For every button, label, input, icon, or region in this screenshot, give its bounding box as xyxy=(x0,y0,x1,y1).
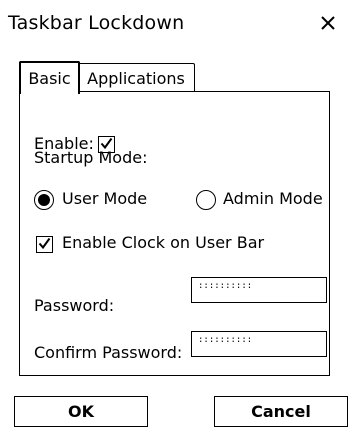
confirm-password-field[interactable]: :::::::::: xyxy=(191,331,327,357)
confirm-password-label: Confirm Password: xyxy=(34,343,183,362)
close-button[interactable] xyxy=(311,10,345,40)
close-icon xyxy=(320,15,336,35)
tab-applications-label: Applications xyxy=(87,68,185,88)
check-icon xyxy=(38,235,51,254)
admin-mode-radio[interactable] xyxy=(196,190,216,210)
password-label: Password: xyxy=(34,296,115,315)
window-title: Taskbar Lockdown xyxy=(8,12,185,34)
ok-button[interactable]: OK xyxy=(14,396,148,427)
admin-mode-label[interactable]: Admin Mode xyxy=(223,189,323,208)
tab-basic[interactable]: Basic xyxy=(19,61,80,94)
basic-tab-panel: Enable: Startup Mode: User Mode Admin Mo… xyxy=(19,91,330,376)
tab-basic-label: Basic xyxy=(28,69,71,88)
enable-clock-label[interactable]: Enable Clock on User Bar xyxy=(62,233,264,252)
user-mode-radio[interactable] xyxy=(34,190,54,210)
title-bar: Taskbar Lockdown xyxy=(0,0,351,46)
user-mode-label[interactable]: User Mode xyxy=(62,189,147,208)
startup-mode-label: Startup Mode: xyxy=(34,148,148,167)
radio-selected-icon xyxy=(38,194,50,206)
tab-applications[interactable]: Applications xyxy=(77,63,195,92)
enable-clock-checkbox[interactable] xyxy=(36,236,53,253)
password-field[interactable]: :::::::::: xyxy=(191,277,327,303)
cancel-button[interactable]: Cancel xyxy=(214,396,348,427)
